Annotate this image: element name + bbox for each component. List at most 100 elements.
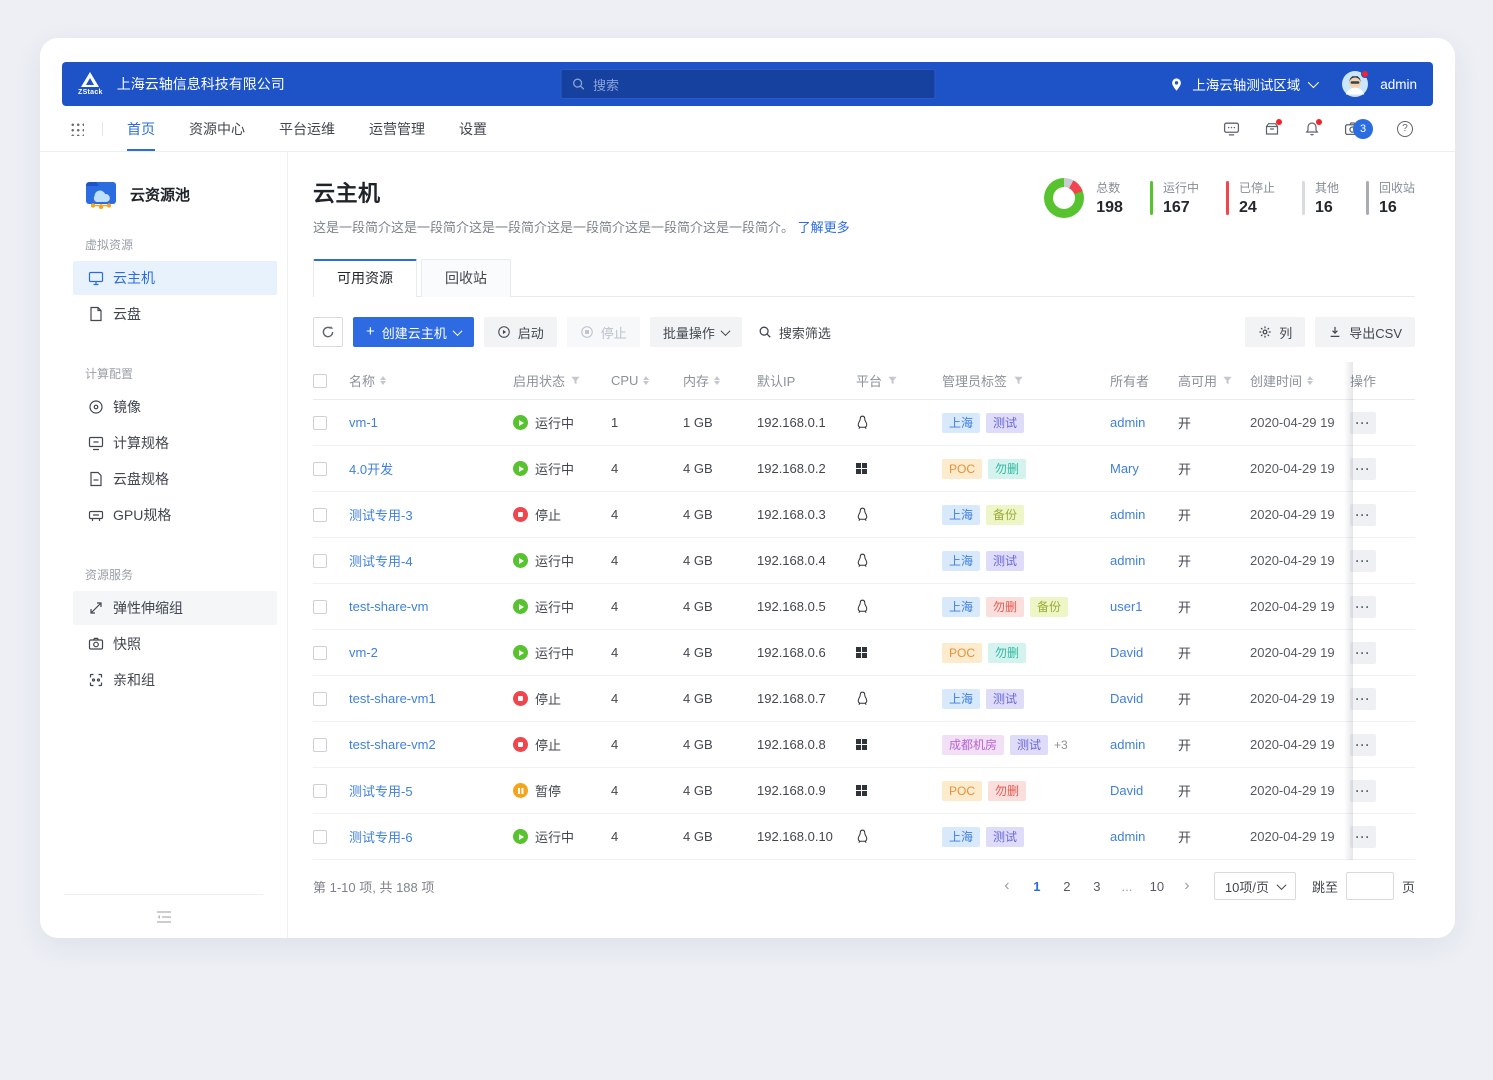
column-header-创建时间[interactable]: 创建时间 — [1250, 371, 1350, 390]
filter-icon[interactable] — [887, 375, 898, 386]
column-header-管理员标签[interactable]: 管理员标签 — [942, 371, 1110, 390]
owner-link[interactable]: Mary — [1110, 461, 1139, 476]
select-all-checkbox[interactable] — [313, 374, 327, 388]
row-actions-button[interactable] — [1350, 688, 1376, 710]
row-actions-button[interactable] — [1350, 642, 1376, 664]
row-checkbox[interactable] — [313, 784, 327, 798]
column-header-平台[interactable]: 平台 — [856, 371, 942, 390]
vm-name-link[interactable]: 测试专用-3 — [349, 505, 413, 524]
tab-可用资源[interactable]: 可用资源 — [313, 259, 417, 297]
nav-item-首页[interactable]: 首页 — [127, 106, 155, 151]
notifications-bell-icon[interactable] — [1304, 121, 1320, 137]
column-header-启用状态[interactable]: 启用状态 — [513, 371, 611, 390]
page-button-3[interactable]: 3 — [1086, 874, 1108, 898]
page-button-10[interactable]: 10 — [1146, 874, 1168, 898]
column-header-CPU[interactable]: CPU — [611, 373, 683, 388]
vm-name-link[interactable]: 测试专用-6 — [349, 827, 413, 846]
vm-name-link[interactable]: vm-1 — [349, 415, 378, 430]
start-vm-button[interactable]: 启动 — [484, 317, 557, 347]
row-checkbox[interactable] — [313, 646, 327, 660]
page-button-1[interactable]: 1 — [1026, 874, 1048, 898]
stop-vm-button[interactable]: 停止 — [567, 317, 640, 347]
vm-name-link[interactable]: test-share-vm — [349, 599, 428, 614]
vm-name-link[interactable]: 4.0开发 — [349, 459, 393, 478]
sidebar-item-亲和组[interactable]: 亲和组 — [73, 663, 277, 697]
column-header-名称[interactable]: 名称 — [349, 371, 513, 390]
vm-name-link[interactable]: test-share-vm1 — [349, 691, 436, 706]
sidebar-item-计算规格[interactable]: 计算规格 — [73, 426, 277, 460]
row-actions-button[interactable] — [1350, 826, 1376, 848]
page-size-select[interactable]: 10项/页 — [1214, 872, 1296, 900]
tasks-icon[interactable] — [1264, 121, 1280, 137]
help-icon[interactable]: ? — [1397, 121, 1413, 137]
global-search-input[interactable]: 搜索 — [560, 69, 935, 99]
owner-link[interactable]: admin — [1110, 553, 1145, 568]
row-checkbox[interactable] — [313, 554, 327, 568]
batch-actions-button[interactable]: 批量操作 — [650, 317, 742, 347]
sidebar-item-云盘[interactable]: 云盘 — [73, 297, 277, 331]
app-launcher-icon[interactable] — [70, 122, 84, 136]
row-checkbox[interactable] — [313, 738, 327, 752]
row-actions-button[interactable] — [1350, 734, 1376, 756]
owner-link[interactable]: admin — [1110, 507, 1145, 522]
row-actions-button[interactable] — [1350, 504, 1376, 526]
sort-icon[interactable] — [714, 376, 720, 385]
sort-icon[interactable] — [380, 376, 386, 385]
sidebar-item-快照[interactable]: 快照 — [73, 627, 277, 661]
row-actions-button[interactable] — [1350, 780, 1376, 802]
vm-name-link[interactable]: 测试专用-5 — [349, 781, 413, 800]
prev-page-button[interactable]: ‹ — [996, 874, 1018, 898]
sidebar-item-云盘规格[interactable]: 云盘规格 — [73, 462, 277, 496]
search-filter-button[interactable]: 搜索筛选 — [752, 317, 837, 347]
nav-item-平台运维[interactable]: 平台运维 — [279, 106, 335, 151]
nav-item-设置[interactable]: 设置 — [459, 106, 487, 151]
owner-link[interactable]: David — [1110, 645, 1143, 660]
row-actions-button[interactable] — [1350, 458, 1376, 480]
export-csv-button[interactable]: 导出CSV — [1315, 317, 1415, 347]
owner-link[interactable]: David — [1110, 691, 1143, 706]
sidebar-item-弹性伸缩组[interactable]: 弹性伸缩组 — [73, 591, 277, 625]
row-actions-button[interactable] — [1350, 412, 1376, 434]
columns-settings-button[interactable]: 列 — [1245, 317, 1305, 347]
row-actions-button[interactable] — [1350, 550, 1376, 572]
username[interactable]: admin — [1380, 77, 1417, 92]
row-checkbox[interactable] — [313, 692, 327, 706]
row-checkbox[interactable] — [313, 416, 327, 430]
refresh-button[interactable] — [313, 317, 343, 347]
column-header-高可用[interactable]: 高可用 — [1178, 371, 1250, 390]
owner-link[interactable]: user1 — [1110, 599, 1143, 614]
avatar[interactable] — [1342, 71, 1368, 97]
owner-link[interactable]: admin — [1110, 415, 1145, 430]
sidebar-item-GPU规格[interactable]: GPU规格 — [73, 498, 277, 532]
nav-item-资源中心[interactable]: 资源中心 — [189, 106, 245, 151]
filter-icon[interactable] — [570, 375, 581, 386]
sidebar-item-云主机[interactable]: 云主机 — [73, 261, 277, 295]
sort-icon[interactable] — [643, 376, 649, 385]
sort-icon[interactable] — [1307, 376, 1313, 385]
owner-link[interactable]: admin — [1110, 829, 1145, 844]
vm-name-link[interactable]: 测试专用-4 — [349, 551, 413, 570]
region-selector[interactable]: 上海云轴测试区域 — [1192, 74, 1300, 94]
column-header-内存[interactable]: 内存 — [683, 371, 757, 390]
row-checkbox[interactable] — [313, 508, 327, 522]
nav-item-运营管理[interactable]: 运营管理 — [369, 106, 425, 151]
vm-name-link[interactable]: test-share-vm2 — [349, 737, 436, 752]
tab-回收站[interactable]: 回收站 — [421, 259, 511, 297]
next-page-button[interactable]: › — [1176, 874, 1198, 898]
owner-link[interactable]: David — [1110, 783, 1143, 798]
owner-link[interactable]: admin — [1110, 737, 1145, 752]
row-checkbox[interactable] — [313, 830, 327, 844]
jump-page-input[interactable] — [1346, 872, 1394, 900]
row-actions-button[interactable] — [1350, 596, 1376, 618]
filter-icon[interactable] — [1222, 375, 1233, 386]
filter-icon[interactable] — [1013, 375, 1024, 386]
create-vm-button[interactable]: + 创建云主机 — [353, 317, 474, 347]
collapse-sidebar-icon[interactable] — [156, 910, 172, 924]
sidebar-item-镜像[interactable]: 镜像 — [73, 390, 277, 424]
screenshot-camera-icon[interactable]: 3 — [1344, 119, 1373, 139]
row-checkbox[interactable] — [313, 600, 327, 614]
vm-name-link[interactable]: vm-2 — [349, 645, 378, 660]
page-button-2[interactable]: 2 — [1056, 874, 1078, 898]
learn-more-link[interactable]: 了解更多 — [798, 220, 850, 235]
row-checkbox[interactable] — [313, 462, 327, 476]
